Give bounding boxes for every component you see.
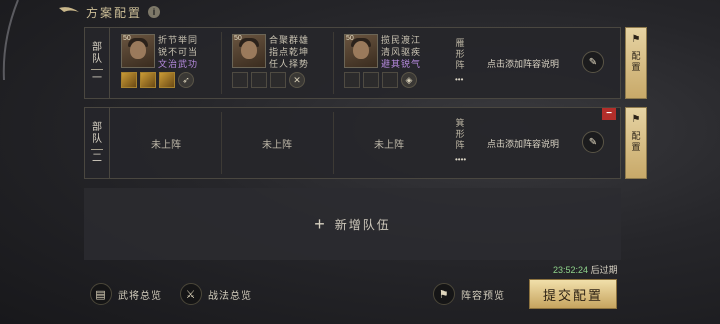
hero-slot-2[interactable]: 50 合聚群雄 指点乾坤 任人择势 ✕ (222, 28, 332, 98)
hero-skill-names: 揽民渡江 清风驱疾 避其锐气 (381, 35, 422, 69)
team-row-1: 部 队 一 50 折节举同 锐不可当 文治武功 ➶ 50 合聚群雄 指点乾坤 任… (84, 27, 621, 99)
add-team-label: 新增队伍 (334, 217, 391, 232)
hero-portrait[interactable]: 50 (232, 34, 266, 68)
formation-name[interactable]: 雁 形 阵 (453, 38, 467, 71)
flag-icon: ⚑ (631, 114, 641, 125)
team-row-2: 部 队 二 未上阵 未上阵 未上阵 箕 形 阵 •••• 点击添加阵容说明 ✎ (84, 107, 621, 179)
expiry-timer: 23:52:24 后过期 (553, 263, 618, 276)
formation-name[interactable]: 箕 形 阵 (453, 118, 467, 151)
generals-overview-button[interactable]: ▤ 武将总览 (90, 283, 162, 305)
crossed-swords-icon: ⚔ (180, 283, 202, 305)
equip-slot[interactable] (159, 72, 175, 88)
equip-slot[interactable] (363, 72, 379, 88)
equip-slot[interactable] (121, 72, 137, 88)
left-edge-decoration (2, 0, 19, 81)
empty-slot-3[interactable]: 未上阵 (334, 108, 444, 178)
team-label-1: 部 队 一 (85, 28, 110, 98)
equipment-row: ✕ (232, 72, 305, 88)
configure-label: 配置 (631, 51, 641, 72)
remove-team-button[interactable]: − (602, 108, 616, 120)
shield-icon[interactable]: ◈ (401, 72, 417, 88)
page-header: 方案配置 i (58, 3, 161, 21)
add-team-button[interactable]: + 新增队伍 (84, 188, 621, 260)
equip-slot[interactable] (140, 72, 156, 88)
tactics-overview-button[interactable]: ⚔ 战法总览 (180, 283, 252, 305)
flag-icon: ⚑ (631, 34, 641, 45)
header-swoosh-icon (59, 7, 79, 12)
formation-dots-icon: •••• (455, 155, 467, 164)
configure-button-1[interactable]: ⚑ 配置 (625, 27, 647, 99)
plus-icon: + (314, 213, 327, 234)
edit-pencil-icon[interactable]: ✎ (582, 51, 604, 73)
lineup-preview-button[interactable]: ⚑ 阵容预览 (433, 283, 505, 305)
expiry-time: 23:52:24 (553, 265, 589, 275)
configure-button-2[interactable]: ⚑ 配置 (625, 107, 647, 179)
add-lineup-note-link[interactable]: 点击添加阵容说明 (487, 57, 559, 70)
hero-slot-1[interactable]: 50 折节举同 锐不可当 文治武功 ➶ (111, 28, 221, 98)
formation-dots-icon: ••• (455, 75, 464, 84)
mount-icon[interactable]: ➶ (178, 72, 194, 88)
empty-slot-2[interactable]: 未上阵 (222, 108, 332, 178)
equip-slot[interactable] (232, 72, 248, 88)
hero-portrait[interactable]: 50 (344, 34, 378, 68)
hero-skill-names: 合聚群雄 指点乾坤 任人择势 (269, 35, 310, 69)
team-label-2: 部 队 二 (85, 108, 110, 178)
mount-icon[interactable]: ✕ (289, 72, 305, 88)
card-icon: ▤ (90, 283, 112, 305)
hero-skill-names: 折节举同 锐不可当 文治武功 (158, 35, 199, 69)
page-title: 方案配置 (86, 5, 143, 20)
empty-slot-1[interactable]: 未上阵 (111, 108, 221, 178)
hero-portrait[interactable]: 50 (121, 34, 155, 68)
equip-slot[interactable] (344, 72, 360, 88)
configure-label: 配置 (631, 131, 641, 152)
equip-slot[interactable] (251, 72, 267, 88)
info-icon[interactable]: i (148, 6, 161, 18)
edit-pencil-icon[interactable]: ✎ (582, 131, 604, 153)
flag-icon: ⚑ (433, 283, 455, 305)
equipment-row: ➶ (121, 72, 194, 88)
expiry-suffix: 后过期 (590, 265, 618, 275)
equip-slot[interactable] (382, 72, 398, 88)
add-lineup-note-link[interactable]: 点击添加阵容说明 (487, 137, 559, 150)
submit-config-button[interactable]: 提交配置 (529, 279, 617, 309)
hero-slot-3[interactable]: 50 揽民渡江 清风驱疾 避其锐气 ◈ (334, 28, 444, 98)
equip-slot[interactable] (270, 72, 286, 88)
equipment-row: ◈ (344, 72, 417, 88)
